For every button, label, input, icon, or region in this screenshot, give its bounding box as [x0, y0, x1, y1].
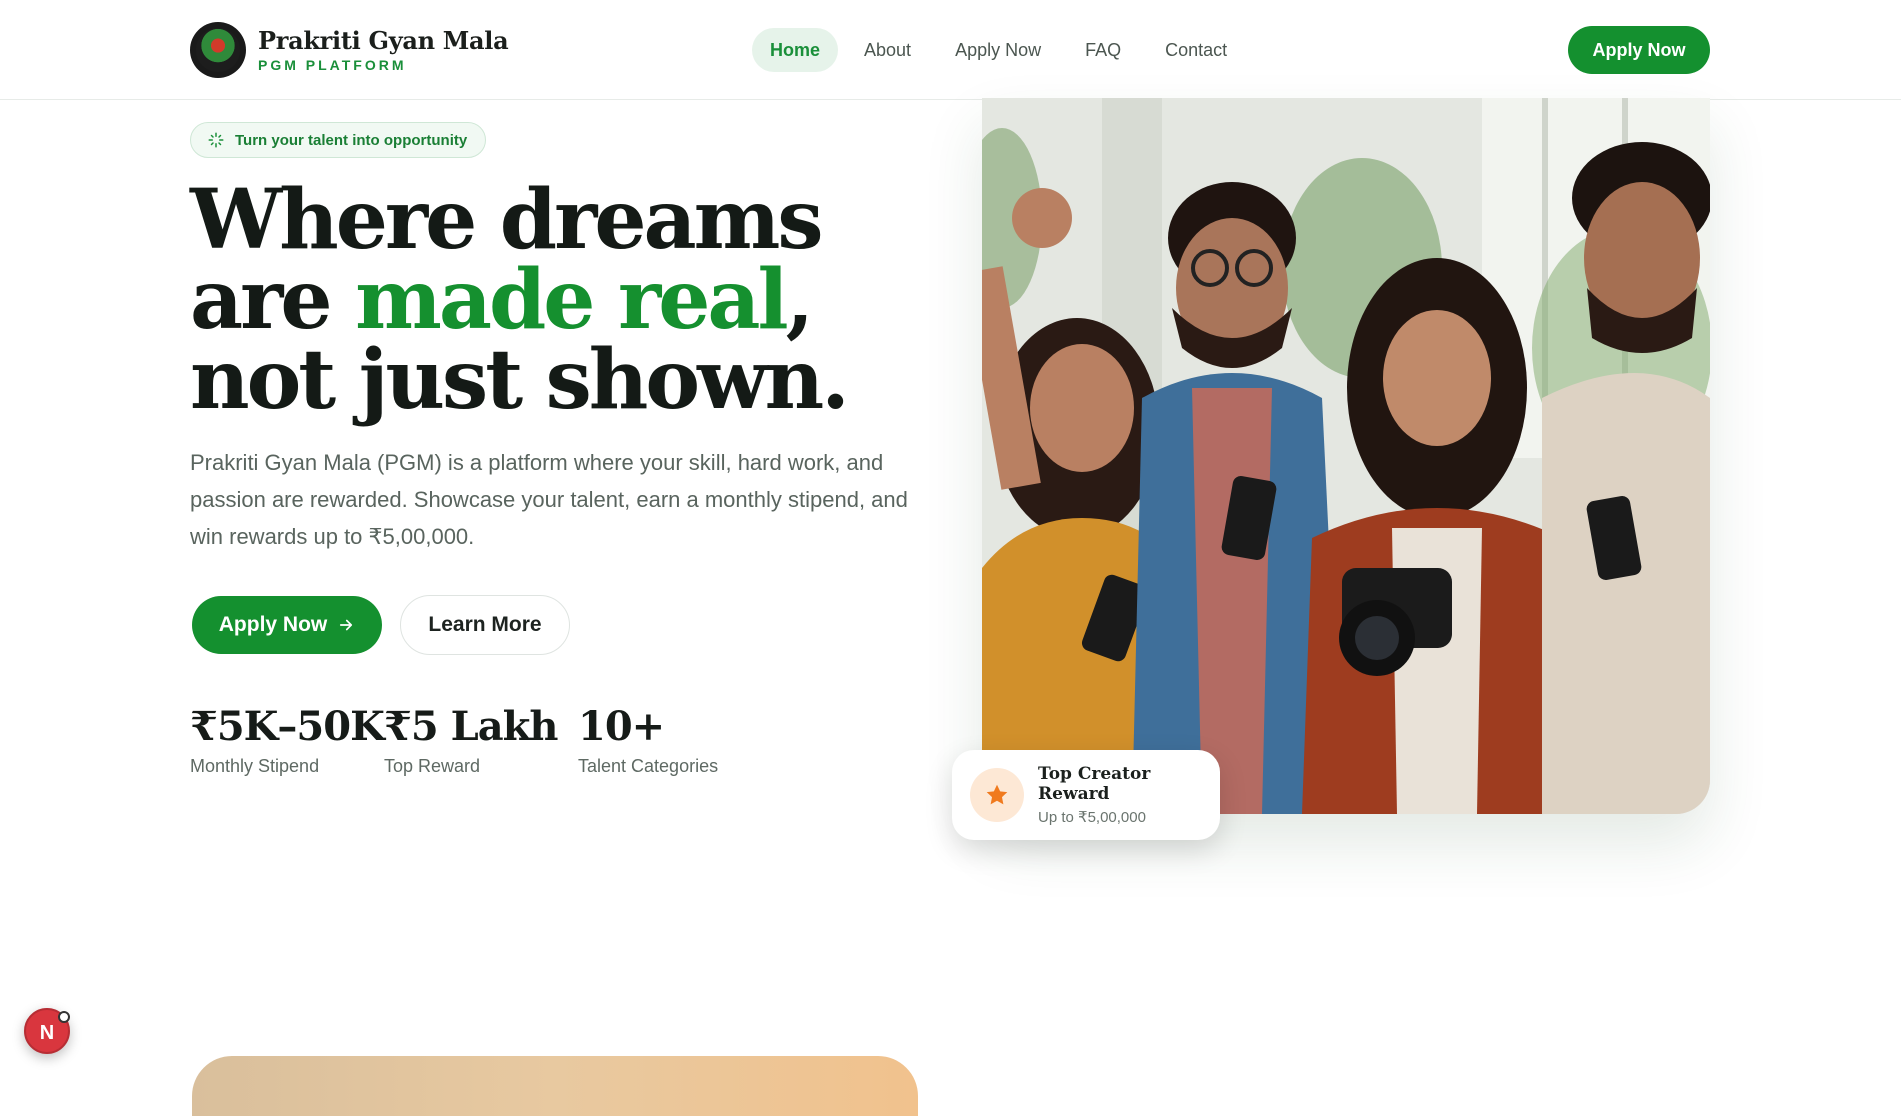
- main-nav: Home About Apply Now FAQ Contact: [752, 28, 1245, 72]
- stat-value: 10+: [578, 703, 665, 750]
- nav-item-home[interactable]: Home: [752, 28, 839, 72]
- brand-logo: [190, 22, 246, 78]
- hero-apply-now-button[interactable]: Apply Now: [192, 596, 382, 654]
- hero-illustration: [982, 98, 1710, 814]
- nav-item-apply-now[interactable]: Apply Now: [937, 28, 1059, 72]
- stat-top-reward: ₹5 Lakh Top Reward: [384, 702, 558, 777]
- status-dot: [58, 1011, 70, 1023]
- header-apply-now-button[interactable]: Apply Now: [1568, 26, 1710, 74]
- stat-value: ₹5K–50K: [190, 703, 385, 750]
- reward-title: Top Creator Reward: [1038, 764, 1151, 804]
- hero-photo: [982, 98, 1710, 814]
- hero-badge-text: Turn your talent into opportunity: [235, 131, 468, 149]
- brand-name: Prakriti Gyan Mala: [258, 26, 509, 55]
- reward-subtitle: Up to ₹5,00,000: [1038, 809, 1146, 826]
- next-section-preview: [192, 1056, 918, 1116]
- brand-tagline: PGM PLATFORM: [258, 57, 407, 73]
- hero-lead-paragraph: Prakriti Gyan Mala (PGM) is a platform w…: [190, 450, 908, 549]
- stat-talent-categories: 10+ Talent Categories: [578, 702, 718, 777]
- nav-item-faq[interactable]: FAQ: [1067, 28, 1139, 72]
- stat-value: ₹5 Lakh: [384, 703, 558, 750]
- stat-label: Monthly Stipend: [190, 756, 320, 776]
- headline-line-3: not just shown.: [190, 332, 850, 428]
- hero-badge: Turn your talent into opportunity: [190, 122, 487, 158]
- star-icon: [986, 784, 1008, 805]
- nav-item-about[interactable]: About: [846, 28, 929, 72]
- hero-headline: Where dreams are made real, not just sho…: [190, 179, 950, 421]
- site-header: Prakriti Gyan Mala PGM PLATFORM Home Abo…: [0, 0, 1901, 100]
- top-creator-reward-card: Top Creator Reward Up to ₹5,00,000: [952, 750, 1220, 840]
- stat-label: Top Reward: [384, 756, 481, 776]
- stat-monthly-stipend: ₹5K–50K Monthly Stipend: [190, 702, 385, 777]
- sparkles-icon: [208, 132, 224, 148]
- arrow-right-icon: [340, 619, 353, 631]
- stat-label: Talent Categories: [578, 756, 719, 776]
- hero-learn-more-button[interactable]: Learn More: [400, 595, 570, 655]
- brand[interactable]: Prakriti Gyan Mala PGM PLATFORM: [190, 22, 509, 78]
- hero-apply-now-label: Apply Now: [218, 613, 328, 636]
- nav-item-contact[interactable]: Contact: [1147, 28, 1245, 72]
